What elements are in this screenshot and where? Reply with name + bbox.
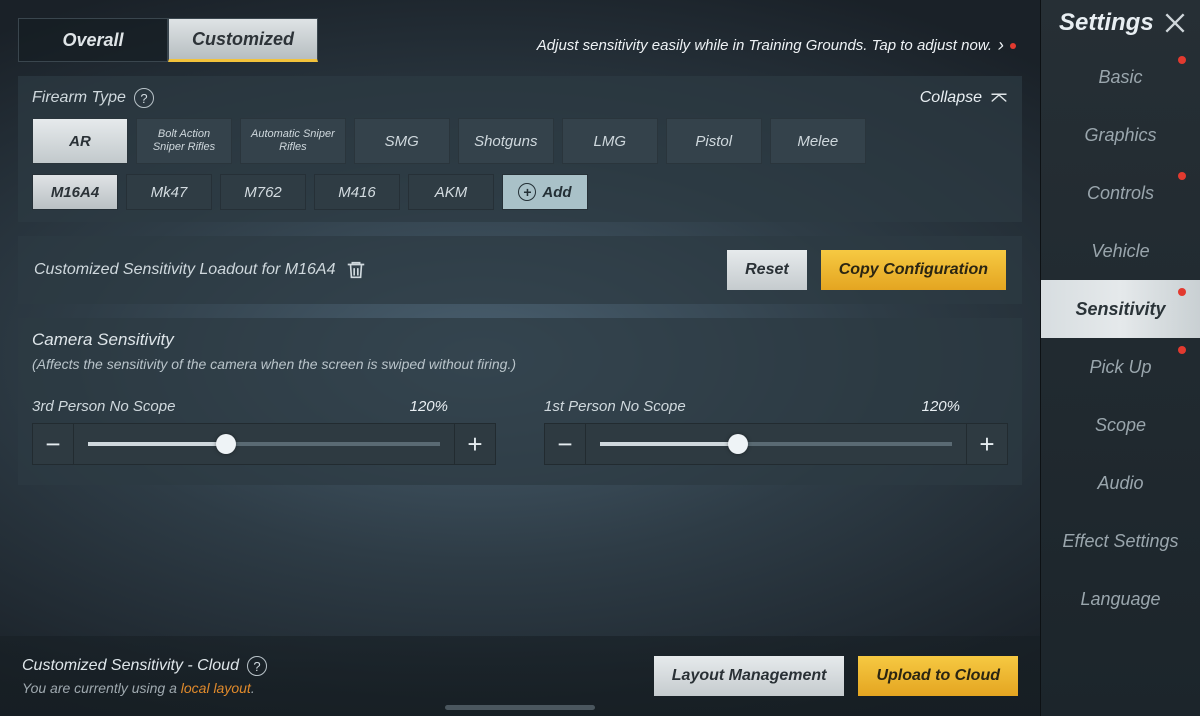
camera-sensitivity-panel: Camera Sensitivity (Affects the sensitiv… — [18, 318, 1022, 485]
help-icon[interactable]: ? — [247, 656, 267, 676]
firearm-type-shotguns[interactable]: Shotguns — [458, 118, 554, 164]
notification-dot-icon — [1178, 56, 1186, 64]
sidebar-item-vehicle[interactable]: Vehicle — [1041, 222, 1200, 280]
layout-management-button[interactable]: Layout Management — [654, 656, 845, 696]
sidebar-item-effect-settings[interactable]: Effect Settings — [1041, 512, 1200, 570]
camera-sensitivity-sub: (Affects the sensitivity of the camera w… — [32, 356, 1008, 372]
slider-3p-label: 3rd Person No Scope — [32, 398, 175, 415]
training-tip[interactable]: Adjust sensitivity easily while in Train… — [537, 35, 1022, 62]
training-tip-text: Adjust sensitivity easily while in Train… — [537, 37, 992, 54]
firearm-type-automatic-sniper-rifles[interactable]: Automatic SniperRifles — [240, 118, 346, 164]
firearm-type-lmg[interactable]: LMG — [562, 118, 658, 164]
close-button[interactable] — [1158, 6, 1192, 40]
add-weapon-button[interactable]: +Add — [502, 174, 588, 210]
collapse-label: Collapse — [920, 89, 982, 107]
drag-handle — [445, 705, 595, 710]
slider-3p-value: 120% — [410, 398, 496, 415]
chevron-right-icon: › — [998, 35, 1004, 56]
loadout-panel: Customized Sensitivity Loadout for M16A4… — [18, 236, 1022, 304]
camera-sensitivity-title: Camera Sensitivity — [32, 330, 1008, 350]
notification-dot-icon — [1178, 288, 1186, 296]
loadout-label: Customized Sensitivity Loadout for M16A4 — [34, 261, 335, 279]
copy-configuration-button[interactable]: Copy Configuration — [821, 250, 1006, 290]
slider-1p-track[interactable] — [586, 423, 966, 465]
reset-button[interactable]: Reset — [727, 250, 807, 290]
chevron-up-icon — [990, 92, 1008, 104]
help-icon[interactable]: ? — [134, 88, 154, 108]
settings-title: Settings — [1059, 9, 1154, 37]
firearm-type-panel: Firearm Type ? Collapse ARBolt ActionSni… — [18, 76, 1022, 222]
upload-to-cloud-button[interactable]: Upload to Cloud — [858, 656, 1018, 696]
local-layout-link[interactable]: local layout — [181, 680, 251, 696]
weapon-m416[interactable]: M416 — [314, 174, 400, 210]
notification-dot-icon — [1178, 172, 1186, 180]
slider-1p-plus[interactable]: + — [966, 423, 1008, 465]
weapon-mk47[interactable]: Mk47 — [126, 174, 212, 210]
sidebar-item-graphics[interactable]: Graphics — [1041, 106, 1200, 164]
cloud-bar: Customized Sensitivity - Cloud ? You are… — [0, 636, 1040, 716]
cloud-subtitle: You are currently using a local layout. — [22, 680, 267, 696]
firearm-type-pistol[interactable]: Pistol — [666, 118, 762, 164]
tab-customized[interactable]: Customized — [168, 18, 318, 62]
firearm-type-label: Firearm Type — [32, 89, 126, 107]
slider-3p-minus[interactable]: − — [32, 423, 74, 465]
weapon-m762[interactable]: M762 — [220, 174, 306, 210]
sidebar-item-basic[interactable]: Basic — [1041, 48, 1200, 106]
notification-dot-icon — [1010, 43, 1016, 49]
cloud-title: Customized Sensitivity - Cloud ? — [22, 656, 267, 676]
slider-1p-label: 1st Person No Scope — [544, 398, 686, 415]
close-icon — [1162, 10, 1188, 36]
slider-1p-value: 120% — [922, 398, 1008, 415]
firearm-type-melee[interactable]: Melee — [770, 118, 866, 164]
sidebar-item-audio[interactable]: Audio — [1041, 454, 1200, 512]
sidebar-item-controls[interactable]: Controls — [1041, 164, 1200, 222]
collapse-button[interactable]: Collapse — [920, 89, 1008, 107]
trash-icon[interactable] — [345, 258, 367, 282]
settings-sidebar: Settings BasicGraphicsControlsVehicleSen… — [1040, 0, 1200, 716]
slider-1p-minus[interactable]: − — [544, 423, 586, 465]
notification-dot-icon — [1178, 346, 1186, 354]
slider-3p-plus[interactable]: + — [454, 423, 496, 465]
sidebar-item-pick-up[interactable]: Pick Up — [1041, 338, 1200, 396]
firearm-type-bolt-action-sniper-rifles[interactable]: Bolt ActionSniper Rifles — [136, 118, 232, 164]
sidebar-item-scope[interactable]: Scope — [1041, 396, 1200, 454]
weapon-akm[interactable]: AKM — [408, 174, 494, 210]
weapon-m16a4[interactable]: M16A4 — [32, 174, 118, 210]
tab-overall[interactable]: Overall — [18, 18, 168, 62]
slider-3p-track[interactable] — [74, 423, 454, 465]
firearm-type-smg[interactable]: SMG — [354, 118, 450, 164]
sidebar-item-sensitivity[interactable]: Sensitivity — [1041, 280, 1200, 338]
plus-icon: + — [518, 183, 536, 201]
firearm-type-ar[interactable]: AR — [32, 118, 128, 164]
sidebar-item-language[interactable]: Language — [1041, 570, 1200, 628]
